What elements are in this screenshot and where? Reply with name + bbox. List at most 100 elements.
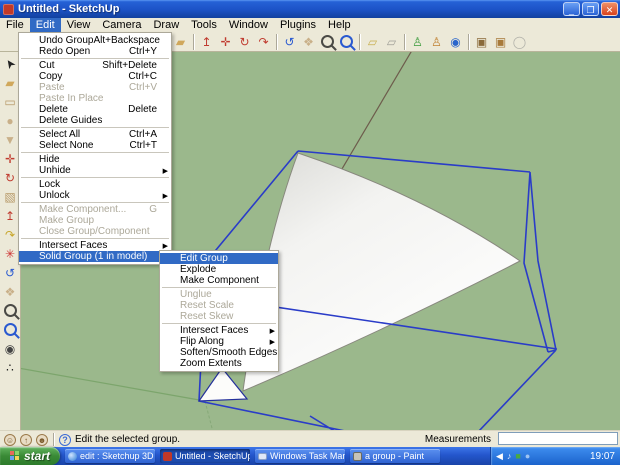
paint-task-icon: [353, 452, 362, 461]
updates-tray-icon[interactable]: ●: [525, 447, 530, 465]
pan-tool[interactable]: ❖: [1, 282, 19, 301]
move-icon[interactable]: ✛: [216, 33, 235, 51]
menu-item-delete[interactable]: DeleteDelete: [19, 104, 171, 115]
scale-tool[interactable]: ▧: [1, 187, 19, 206]
place-model-icon[interactable]: ◉: [446, 33, 465, 51]
share-component-icon[interactable]: ◯: [510, 33, 529, 51]
push-pull-icon[interactable]: ↥: [197, 33, 216, 51]
menu-plugins[interactable]: Plugins: [274, 18, 322, 32]
sketchup-app-icon: [3, 4, 14, 15]
taskbar-task-a-group-paint[interactable]: a group - Paint: [350, 449, 440, 463]
menu-item-intersect-faces[interactable]: Intersect Faces▶: [19, 240, 171, 251]
menu-item-undo-group[interactable]: Undo GroupAlt+Backspace: [19, 35, 171, 46]
menu-item-copy[interactable]: CopyCtrl+C: [19, 71, 171, 82]
menu-separator: [21, 202, 169, 203]
toolbar-separator: [468, 34, 469, 50]
menu-separator: [21, 238, 169, 239]
menu-item-explode[interactable]: Explode: [160, 264, 278, 275]
menu-item-edit-group[interactable]: Edit Group: [160, 253, 278, 264]
volume-icon[interactable]: ♪: [507, 447, 512, 465]
task-label: edit : Sketchup 3D m...: [80, 451, 155, 461]
menu-item-select-none[interactable]: Select NoneCtrl+T: [19, 140, 171, 151]
north-arrow-icon[interactable]: ↑: [20, 434, 32, 446]
toolbar-separator: [276, 34, 277, 50]
menu-item-cut[interactable]: CutShift+Delete: [19, 60, 171, 71]
menu-item-redo-open[interactable]: Redo OpenCtrl+Y: [19, 46, 171, 57]
menu-separator: [21, 152, 169, 153]
circle-tool[interactable]: ●: [1, 111, 19, 130]
eraser-tool[interactable]: ▰: [1, 73, 19, 92]
rectangle-tool[interactable]: ▭: [1, 92, 19, 111]
menu-item-solid-group-1-in-model[interactable]: Solid Group (1 in model)▶: [19, 251, 171, 262]
taskbar-task-untitled-sketchup[interactable]: Untitled - SketchUp: [160, 449, 250, 463]
help-icon[interactable]: ?: [59, 434, 71, 446]
move-tool[interactable]: ✛: [1, 149, 19, 168]
get-current-view-icon[interactable]: ♙: [408, 33, 427, 51]
rotate-tool[interactable]: ↻: [1, 168, 19, 187]
status-icons: ☺ ↑ ☻: [0, 434, 48, 446]
clock: 19:07: [590, 451, 615, 462]
restore-button[interactable]: ❐: [582, 2, 599, 16]
menu-tools[interactable]: Tools: [185, 18, 223, 32]
status-divider: [53, 433, 54, 446]
follow-me-tool[interactable]: ↷: [1, 225, 19, 244]
zoom-tool[interactable]: [1, 301, 19, 320]
menu-item-zoom-extents[interactable]: Zoom Extents: [160, 358, 278, 369]
walk-tool[interactable]: ∴: [1, 358, 19, 377]
orbit-tool[interactable]: ↺: [1, 263, 19, 282]
menu-draw[interactable]: Draw: [147, 18, 185, 32]
minimize-button[interactable]: _: [563, 2, 580, 16]
push-pull-tool[interactable]: ↥: [1, 206, 19, 225]
eraser-icon[interactable]: ▰: [171, 33, 190, 51]
language-indicator-icon[interactable]: ■: [515, 447, 520, 465]
menu-file[interactable]: File: [0, 18, 30, 32]
zoom-icon[interactable]: [318, 33, 337, 51]
toolbar-separator: [193, 34, 194, 50]
menu-item-unhide[interactable]: Unhide▶: [19, 165, 171, 176]
get-models-icon[interactable]: ▣: [472, 33, 491, 51]
axes-tool[interactable]: ✳: [1, 244, 19, 263]
menu-item-lock[interactable]: Lock: [19, 179, 171, 190]
menu-help[interactable]: Help: [322, 18, 357, 32]
menu-item-intersect-faces[interactable]: Intersect Faces▶: [160, 325, 278, 336]
select-tool[interactable]: ➤: [1, 54, 19, 73]
taskbar-task-windows-task-manager[interactable]: Windows Task Manager: [255, 449, 345, 463]
rotate-icon[interactable]: ↻: [235, 33, 254, 51]
pan-icon[interactable]: ❖: [299, 33, 318, 51]
menu-item-select-all[interactable]: Select AllCtrl+A: [19, 129, 171, 140]
share-models-icon[interactable]: ▣: [491, 33, 510, 51]
menu-item-flip-along[interactable]: Flip Along▶: [160, 336, 278, 347]
look-around-tool[interactable]: ◉: [1, 339, 19, 358]
menu-separator: [21, 58, 169, 59]
window-controls: _❐✕: [563, 2, 618, 16]
credit-attribution-icon[interactable]: ☺: [4, 434, 16, 446]
menu-camera[interactable]: Camera: [96, 18, 147, 32]
menu-item-unlock[interactable]: Unlock▶: [19, 190, 171, 201]
zoom-extents-icon[interactable]: [337, 33, 356, 51]
hide-tray-icons-chevron[interactable]: ◀: [496, 447, 503, 465]
measurements-input[interactable]: [498, 432, 618, 445]
zoom-extents-tool[interactable]: [1, 320, 19, 339]
menu-item-delete-guides[interactable]: Delete Guides: [19, 115, 171, 126]
follow-me-icon[interactable]: ↷: [254, 33, 273, 51]
measurements-label: Measurements: [425, 434, 491, 445]
menu-item-soften-smooth-edges[interactable]: Soften/Smooth Edges: [160, 347, 278, 358]
menu-item-hide[interactable]: Hide: [19, 154, 171, 165]
menu-view[interactable]: View: [61, 18, 97, 32]
menu-item-make-component[interactable]: Make Component: [160, 275, 278, 286]
section-display-icon[interactable]: ▱: [382, 33, 401, 51]
close-button[interactable]: ✕: [601, 2, 618, 16]
orbit-icon[interactable]: ↺: [280, 33, 299, 51]
geo-location-icon[interactable]: ☻: [36, 434, 48, 446]
toggle-terrain-icon[interactable]: ♙: [427, 33, 446, 51]
solid-group-submenu-popup: Edit GroupExplodeMake ComponentUnglueRes…: [159, 250, 279, 372]
status-help-text: Edit the selected group.: [75, 434, 180, 445]
section-plane-icon[interactable]: ▱: [363, 33, 382, 51]
menu-item-paste-in-place: Paste In Place: [19, 93, 171, 104]
menu-window[interactable]: Window: [223, 18, 274, 32]
taskbar-task-edit-sketchup-3d-m[interactable]: edit : Sketchup 3D m...: [65, 449, 155, 463]
menu-edit[interactable]: Edit: [30, 18, 61, 32]
polygon-tool[interactable]: ▼: [1, 130, 19, 149]
start-button[interactable]: start: [0, 447, 60, 465]
toolbar-separator: [404, 34, 405, 50]
